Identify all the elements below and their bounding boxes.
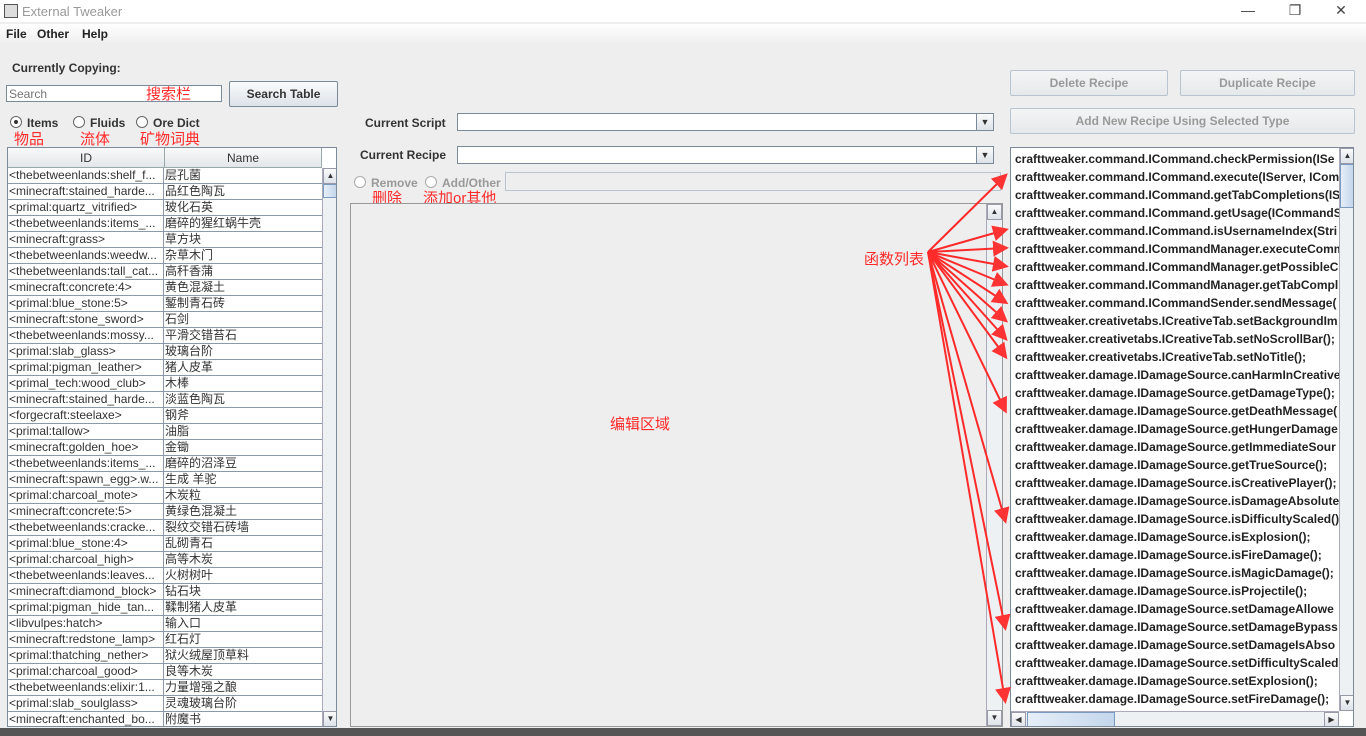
- taskbar: [0, 728, 1366, 736]
- annotation-arrow: [927, 251, 1011, 631]
- annotation-arrow: [927, 251, 1011, 704]
- annotation-arrows: [927, 173, 1011, 704]
